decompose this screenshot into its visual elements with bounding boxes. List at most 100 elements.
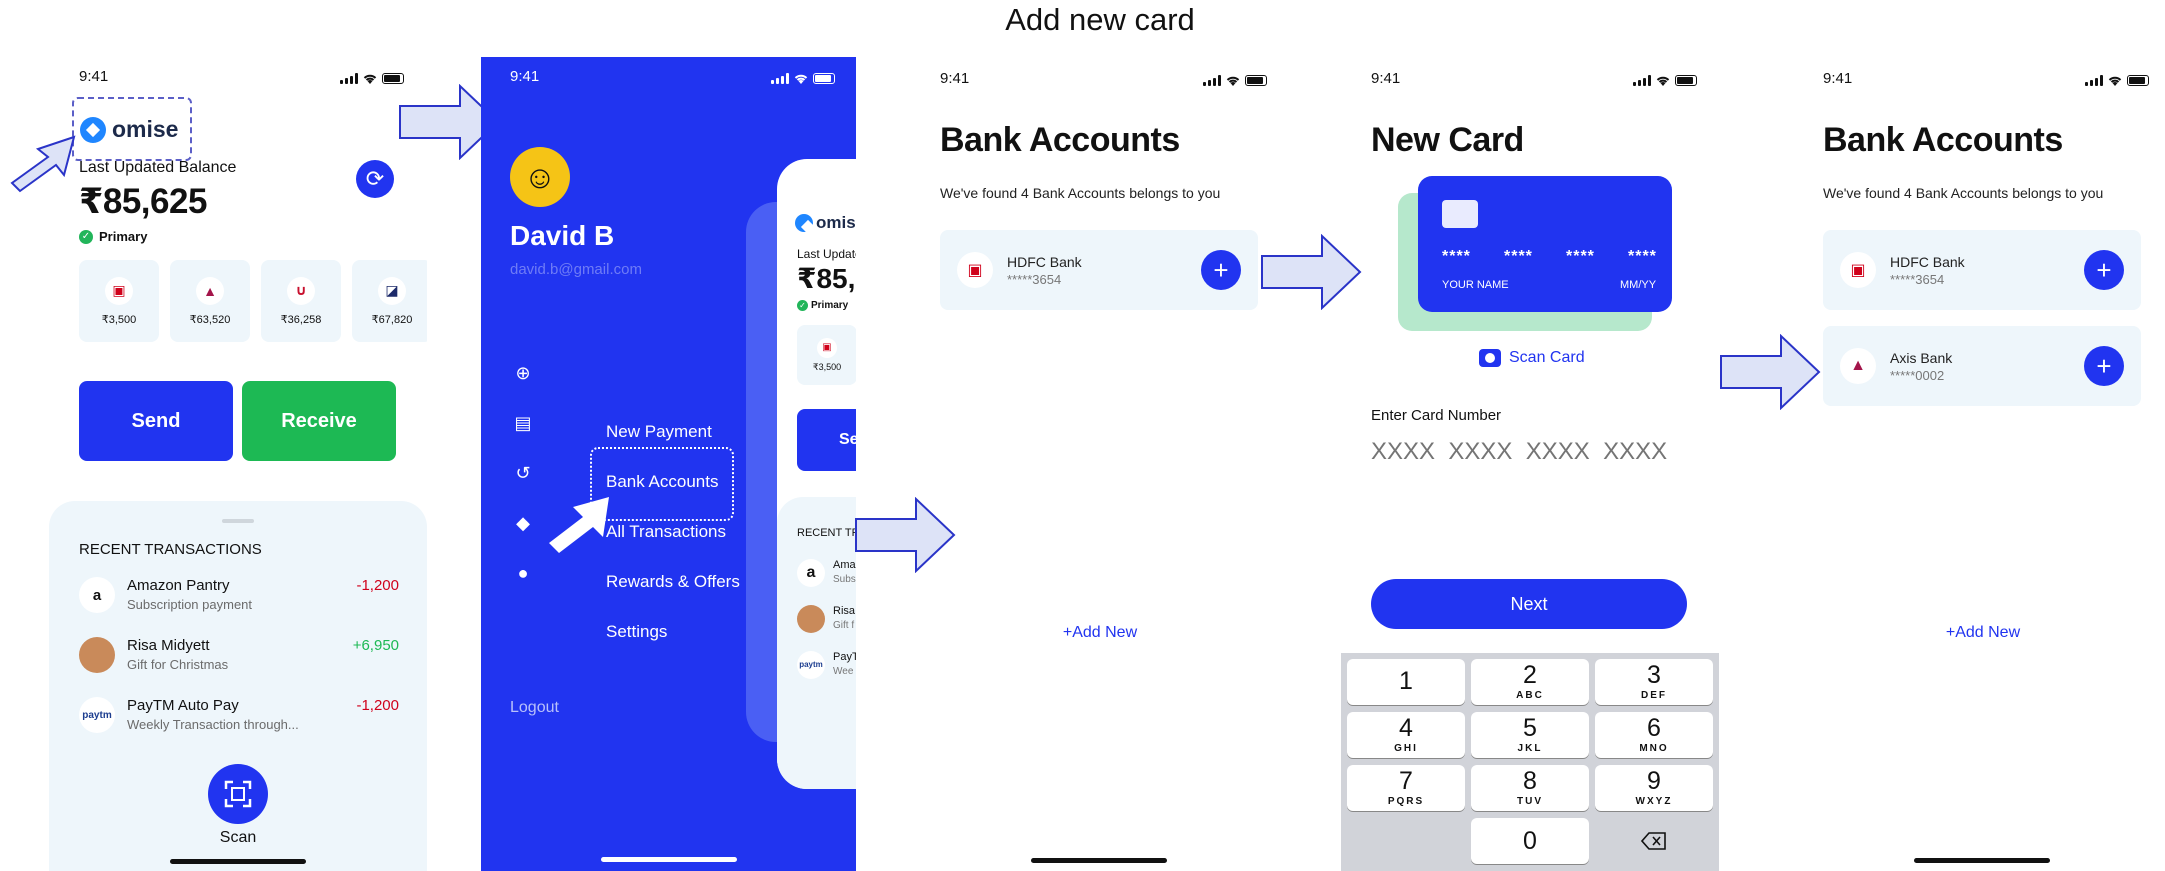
- send-button[interactable]: Send: [79, 381, 233, 461]
- key-digit: 0: [1523, 826, 1537, 855]
- key-5[interactable]: 5 JKL: [1471, 712, 1589, 758]
- key-2[interactable]: 2 ABC: [1471, 659, 1589, 705]
- menu-item-rewards[interactable]: Rewards & Offers: [606, 572, 740, 592]
- transaction-row[interactable]: Risa Midyett Gift for Christmas +6,950: [79, 637, 399, 673]
- inbox-icon[interactable]: ▤: [512, 413, 534, 434]
- brand-logo: omise: [80, 116, 178, 143]
- user-name: David B: [510, 220, 615, 251]
- peek-row-sub: Subs: [833, 574, 856, 585]
- logout-link[interactable]: Logout: [510, 699, 559, 717]
- key-0[interactable]: 0: [1471, 818, 1589, 864]
- avatar[interactable]: ☺: [510, 147, 570, 207]
- menu-item-bank-accounts[interactable]: Bank Accounts: [606, 472, 718, 492]
- transaction-name: Amazon Pantry: [127, 577, 230, 594]
- menu-item-all-transactions[interactable]: All Transactions: [606, 522, 726, 542]
- card-digits: ****: [1504, 248, 1533, 265]
- kotak-icon: ◪: [378, 276, 406, 305]
- transaction-name: PayTM Auto Pay: [127, 697, 239, 714]
- refresh-icon: ⟳: [365, 166, 385, 191]
- receive-button[interactable]: Receive: [242, 381, 396, 461]
- key-9[interactable]: 9 WXYZ: [1595, 765, 1713, 811]
- account-name: HDFC Bank: [1007, 254, 1082, 270]
- bank-tile[interactable]: ◪ ₹67,820: [352, 260, 427, 342]
- balance-amount: ₹85,625: [79, 182, 207, 221]
- plus-icon: +: [1213, 255, 1229, 285]
- next-button[interactable]: Next: [1371, 579, 1687, 629]
- key-digit: 1: [1399, 666, 1413, 695]
- amazon-icon: a: [797, 559, 825, 587]
- union-icon: ∪: [287, 276, 315, 305]
- scan-card-label: Scan Card: [1509, 349, 1585, 366]
- card-holder-name: YOUR NAME: [1442, 279, 1509, 291]
- signal-icon: [2085, 75, 2103, 86]
- account-card[interactable]: ▣ HDFC Bank *****3654 +: [1823, 230, 2141, 310]
- transaction-amount: -1,200: [356, 577, 399, 594]
- add-new-link[interactable]: +Add New: [1913, 624, 2053, 642]
- card-number-input[interactable]: [1371, 434, 1691, 470]
- account-name: Axis Bank: [1890, 350, 1953, 366]
- key-4[interactable]: 4 GHI: [1347, 712, 1465, 758]
- card-number-label: Enter Card Number: [1371, 407, 1502, 424]
- primary-badge: ✓ Primary: [79, 229, 147, 244]
- key-1[interactable]: 1: [1347, 659, 1465, 705]
- menu-item-new-payment[interactable]: New Payment: [606, 422, 712, 442]
- wifi-icon: [1226, 76, 1240, 86]
- peek-row-sub: Wee: [833, 666, 854, 677]
- refresh-button[interactable]: ⟳: [356, 160, 394, 198]
- add-new-link[interactable]: +Add New: [1030, 624, 1170, 642]
- peek-brand-name: omise: [816, 213, 856, 232]
- key-6[interactable]: 6 MNO: [1595, 712, 1713, 758]
- bank-tile[interactable]: ▲ ₹63,520: [170, 260, 250, 342]
- signal-icon: [340, 73, 358, 84]
- wifi-icon: [794, 74, 808, 84]
- contact-avatar: [797, 605, 825, 633]
- add-account-button[interactable]: +: [2084, 346, 2124, 386]
- status-time: 9:41: [79, 68, 109, 85]
- account-number: *****0002: [1890, 368, 1945, 383]
- account-number: *****3654: [1007, 272, 1062, 287]
- wifi-icon: [1656, 76, 1670, 86]
- status-icons: [771, 73, 835, 84]
- tag-icon[interactable]: ◆: [512, 513, 534, 534]
- paytm-icon: paytm: [79, 697, 115, 733]
- peek-home-card[interactable]: omise Last Update ₹85, ✓Primary ▣₹3,500 …: [777, 159, 856, 789]
- scan-label: Scan: [219, 829, 257, 846]
- bank-tile[interactable]: ▣ ₹3,500: [79, 260, 159, 342]
- account-card[interactable]: ▣ HDFC Bank *****3654 +: [940, 230, 1258, 310]
- scan-button[interactable]: [208, 764, 268, 824]
- status-icons: [1203, 75, 1267, 86]
- status-icons: [2085, 75, 2149, 86]
- contact-avatar: [79, 637, 115, 673]
- peek-primary-label: Primary: [811, 300, 849, 311]
- add-account-button[interactable]: +: [2084, 250, 2124, 290]
- page-subtitle: We've found 4 Bank Accounts belongs to y…: [1823, 185, 2104, 201]
- card-expiry: MM/YY: [1620, 279, 1657, 291]
- peek-row-name: Ama: [833, 559, 856, 571]
- backspace-key[interactable]: [1595, 818, 1713, 864]
- key-letters: ABC: [1516, 690, 1544, 701]
- key-8[interactable]: 8 TUV: [1471, 765, 1589, 811]
- bank-tile[interactable]: ∪ ₹36,258: [261, 260, 341, 342]
- transaction-row[interactable]: a Amazon Pantry Subscription payment -1,2…: [79, 577, 399, 613]
- history-icon[interactable]: ↺: [512, 463, 534, 484]
- hdfc-icon: ▣: [105, 276, 133, 305]
- key-digit: 6: [1647, 714, 1661, 742]
- add-account-button[interactable]: +: [1201, 250, 1241, 290]
- scan-card-button[interactable]: Scan Card: [1479, 349, 1585, 367]
- peek-row-name: PayT: [833, 651, 856, 663]
- menu-item-settings[interactable]: Settings: [606, 622, 667, 642]
- account-card[interactable]: ▲ Axis Bank *****0002 +: [1823, 326, 2141, 406]
- signal-icon: [1203, 75, 1221, 86]
- drag-handle[interactable]: [222, 519, 254, 523]
- card-digits: ****: [1628, 248, 1657, 265]
- hdfc-icon: ▣: [1840, 252, 1876, 288]
- peek-recent: RECENT TRA: [797, 527, 856, 539]
- plus-circle-icon[interactable]: ⊕: [512, 363, 534, 384]
- primary-label: Primary: [99, 229, 148, 244]
- page-heading: Bank Accounts: [1823, 121, 2063, 159]
- key-letters: DEF: [1641, 690, 1667, 701]
- user-icon[interactable]: ●: [512, 563, 534, 584]
- key-7[interactable]: 7 PQRS: [1347, 765, 1465, 811]
- key-3[interactable]: 3 DEF: [1595, 659, 1713, 705]
- transaction-row[interactable]: paytm PayTM Auto Pay Weekly Transaction t…: [79, 697, 399, 733]
